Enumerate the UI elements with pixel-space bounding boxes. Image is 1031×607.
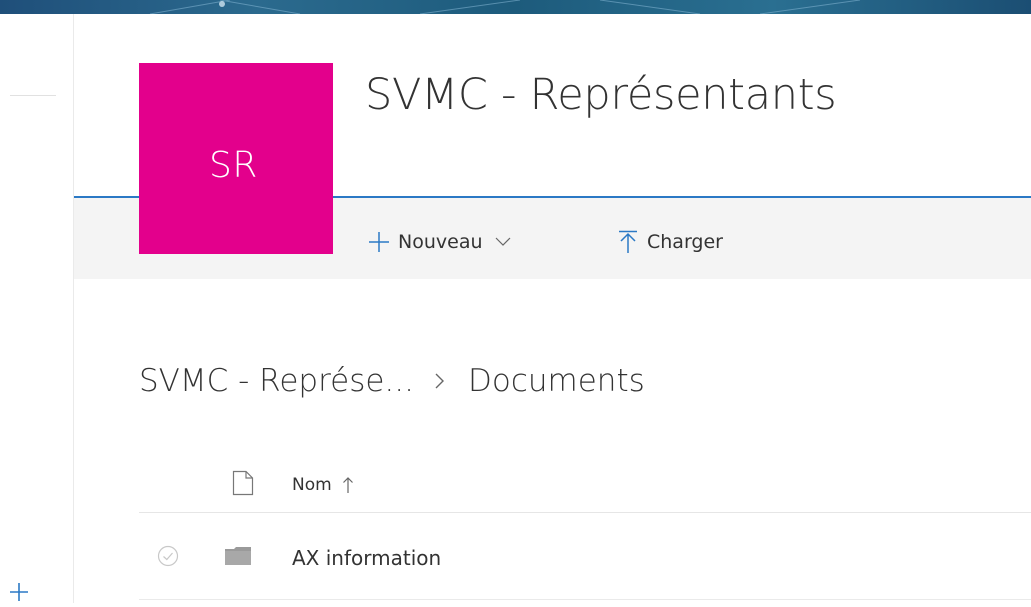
rail-divider — [10, 95, 56, 96]
breadcrumb: SVMC - Représe... Documents — [139, 356, 645, 406]
site-logo[interactable]: SR — [139, 63, 333, 254]
sort-ascending-icon — [342, 477, 353, 493]
site-logo-initials: SR — [209, 145, 258, 186]
plus-icon — [369, 232, 389, 252]
left-nav-rail — [0, 14, 74, 603]
folder-icon — [225, 547, 251, 565]
chevron-down-icon[interactable] — [495, 237, 511, 247]
site-title[interactable]: SVMC - Représentants — [365, 70, 837, 120]
list-header: Nom — [139, 458, 1031, 513]
breadcrumb-item-documents[interactable]: Documents — [468, 363, 645, 399]
upload-icon — [619, 230, 637, 253]
check-circle-icon[interactable] — [157, 545, 179, 567]
new-button[interactable]: Nouveau — [368, 222, 511, 262]
table-row[interactable]: AX information — [139, 513, 1031, 600]
rail-add-button[interactable] — [8, 581, 30, 603]
breadcrumb-separator — [434, 372, 446, 390]
banner-pattern — [149, 0, 861, 14]
suite-header-banner — [0, 0, 1031, 14]
breadcrumb-item-site[interactable]: SVMC - Représe... — [139, 363, 414, 399]
column-header-name-label: Nom — [292, 475, 332, 495]
column-header-name[interactable]: Nom — [292, 475, 354, 495]
upload-button[interactable]: Charger — [618, 222, 723, 262]
upload-button-label: Charger — [647, 231, 723, 253]
document-icon[interactable] — [232, 470, 254, 496]
new-button-label: Nouveau — [398, 231, 483, 253]
plus-icon — [10, 583, 28, 601]
row-name-link[interactable]: AX information — [292, 546, 441, 570]
chevron-right-icon — [435, 373, 444, 389]
